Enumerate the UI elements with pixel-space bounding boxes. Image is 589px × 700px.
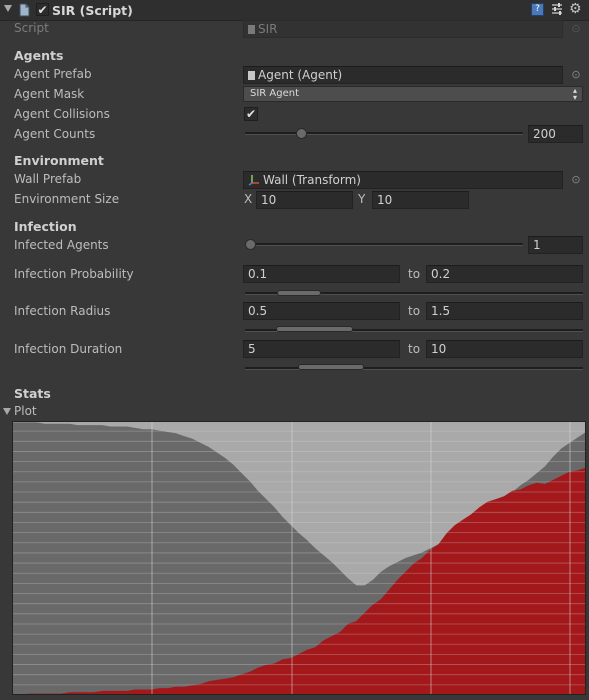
x-label: X: [244, 192, 253, 206]
infection-duration-minmax-track[interactable]: [245, 367, 583, 370]
infection-probability-minmax-handle[interactable]: [277, 290, 321, 296]
agent-collisions-checkbox[interactable]: ✔: [244, 107, 258, 121]
object-picker-icon[interactable]: ⊙: [569, 173, 583, 187]
infected-agents-input[interactable]: 1: [528, 236, 583, 254]
foldout-arrow-icon[interactable]: [4, 5, 12, 12]
agent-mask-value: SIR Agent: [250, 88, 300, 99]
section-agents: Agents: [14, 48, 64, 63]
agent-prefab-field[interactable]: Agent (Agent): [243, 66, 563, 84]
agent-collisions-label: Agent Collisions: [14, 107, 110, 121]
agent-counts-slider-thumb[interactable]: [296, 128, 307, 139]
wall-prefab-label: Wall Prefab: [14, 172, 82, 186]
component-enabled-checkbox[interactable]: ✔: [36, 3, 49, 16]
script-file-icon: [18, 3, 31, 17]
infection-probability-min-input[interactable]: 0.1: [243, 265, 400, 283]
script-file-icon: [248, 25, 255, 34]
infection-probability-max-input[interactable]: 0.2: [426, 265, 583, 283]
transform-axes-icon: [248, 174, 260, 186]
range-to-label: to: [408, 304, 421, 318]
gear-icon[interactable]: ⚙: [569, 1, 582, 17]
infection-duration-max-input[interactable]: 10: [426, 340, 583, 358]
y-label: Y: [358, 192, 366, 206]
plot-foldout-arrow-icon[interactable]: [3, 408, 11, 415]
infected-agents-slider-track[interactable]: [245, 243, 523, 246]
section-environment: Environment: [14, 153, 104, 168]
agent-counts-label: Agent Counts: [14, 127, 96, 141]
section-stats: Stats: [14, 386, 51, 401]
agent-counts-input[interactable]: 200: [528, 125, 583, 143]
help-book-icon[interactable]: ?: [531, 3, 544, 16]
check-icon: ✔: [37, 3, 48, 17]
agent-mask-label: Agent Mask: [14, 87, 85, 101]
section-infection: Infection: [14, 219, 77, 234]
infection-radius-label: Infection Radius: [14, 304, 111, 318]
infection-radius-max-input[interactable]: 1.5: [426, 302, 583, 320]
environment-x-input[interactable]: 10: [256, 191, 353, 209]
range-to-label: to: [408, 342, 421, 356]
infection-duration-min-input[interactable]: 5: [243, 340, 400, 358]
component-title: SIR (Script): [52, 3, 133, 18]
script-field: SIR: [243, 20, 563, 38]
object-picker-icon: ⊙: [571, 22, 581, 35]
script-label: Script: [14, 21, 49, 35]
plot-label[interactable]: Plot: [14, 404, 37, 418]
prefab-icon: [248, 71, 255, 80]
infected-agents-slider-thumb[interactable]: [245, 239, 256, 250]
environment-y-input[interactable]: 10: [372, 191, 469, 209]
agent-prefab-label: Agent Prefab: [14, 67, 92, 81]
agent-prefab-value: Agent (Agent): [258, 68, 343, 82]
sir-plot: [12, 421, 586, 695]
infected-agents-label: Infected Agents: [14, 238, 109, 252]
infection-radius-min-input[interactable]: 0.5: [243, 302, 400, 320]
dropdown-arrows-icon: ▴ ▾: [572, 86, 577, 102]
object-picker-icon[interactable]: ⊙: [569, 68, 583, 82]
range-to-label: to: [408, 267, 421, 281]
infection-duration-minmax-handle[interactable]: [298, 364, 364, 370]
agent-mask-dropdown[interactable]: SIR Agent ▴ ▾: [243, 86, 583, 102]
script-field-value: SIR: [258, 22, 278, 36]
infection-probability-label: Infection Probability: [14, 267, 134, 281]
infection-radius-minmax-handle[interactable]: [276, 326, 353, 332]
agent-counts-slider-track[interactable]: [245, 132, 523, 135]
check-icon: ✔: [245, 107, 257, 121]
environment-size-label: Environment Size: [14, 192, 120, 206]
wall-prefab-value: Wall (Transform): [263, 173, 361, 187]
wall-prefab-field[interactable]: Wall (Transform): [243, 171, 563, 189]
infection-duration-label: Infection Duration: [14, 342, 123, 356]
preset-sliders-icon[interactable]: [550, 2, 564, 16]
